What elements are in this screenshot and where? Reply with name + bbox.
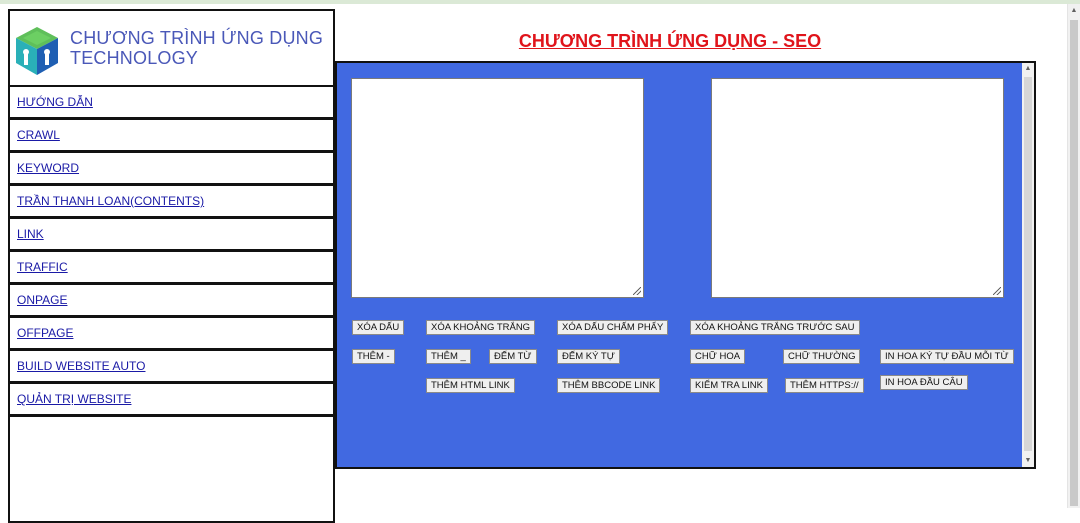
- resize-grip-icon[interactable]: [633, 287, 641, 295]
- menu-item-contents: TRẦN THANH LOAN(CONTENTS): [10, 186, 333, 219]
- add-hyphen-button[interactable]: THÊM -: [352, 349, 395, 364]
- input-textarea[interactable]: [351, 78, 644, 298]
- menu-item-huong-dan: HƯỚNG DẪN: [10, 87, 333, 120]
- sidebar: CHƯƠNG TRÌNH ỨNG DỤNG TECHNOLOGY HƯỚNG D…: [8, 9, 335, 523]
- check-link-button[interactable]: KIỂM TRA LINK: [690, 378, 768, 393]
- scroll-thumb[interactable]: [1024, 77, 1032, 451]
- scroll-up-icon[interactable]: ▲: [1022, 64, 1034, 74]
- menu-link-huong-dan[interactable]: HƯỚNG DẪN: [17, 95, 93, 109]
- menu-item-crawl: CRAWL: [10, 120, 333, 153]
- add-bbcode-link-button[interactable]: THÊM BBCODE LINK: [557, 378, 661, 393]
- menu-link-traffic[interactable]: TRAFFIC: [17, 260, 68, 274]
- lowercase-button[interactable]: CHỮ THƯỜNG: [783, 349, 861, 364]
- page-scrollbar[interactable]: ▲: [1067, 4, 1080, 508]
- remove-accents-button[interactable]: XÓA DẤU: [352, 320, 405, 335]
- add-https-button[interactable]: THÊM HTTPS://: [785, 378, 864, 393]
- logo-line-1: CHƯƠNG TRÌNH ỨNG DỤNG: [70, 28, 324, 48]
- logo-title: CHƯƠNG TRÌNH ỨNG DỤNG TECHNOLOGY: [70, 28, 323, 68]
- tool-panel: XÓA DẤU XÓA KHOẢNG TRẮNG XÓA DẤU CHẤM PH…: [335, 61, 1036, 469]
- scroll-down-icon[interactable]: ▼: [1022, 456, 1034, 466]
- remove-punctuation-button[interactable]: XÓA DẤU CHẤM PHẨY: [557, 320, 669, 335]
- add-html-link-button[interactable]: THÊM HTML LINK: [426, 378, 515, 393]
- menu-item-build-website: BUILD WEBSITE AUTO: [10, 351, 333, 384]
- menu-item-quan-tri: QUẢN TRỊ WEBSITE: [10, 384, 333, 417]
- menu-item-onpage: ONPAGE: [10, 285, 333, 318]
- menu-link-contents[interactable]: TRẦN THANH LOAN(CONTENTS): [17, 194, 204, 208]
- logo-header: CHƯƠNG TRÌNH ỨNG DỤNG TECHNOLOGY: [10, 11, 333, 87]
- add-underscore-button[interactable]: THÊM _: [426, 349, 471, 364]
- menu-link-offpage[interactable]: OFFPAGE: [17, 326, 73, 340]
- capitalize-sentence-button[interactable]: IN HOA ĐẦU CÂU: [880, 375, 968, 390]
- menu-link-keyword[interactable]: KEYWORD: [17, 161, 79, 175]
- count-characters-button[interactable]: ĐẾM KÝ TỰ: [557, 349, 620, 364]
- menu-item-offpage: OFFPAGE: [10, 318, 333, 351]
- menu-link-link[interactable]: LINK: [17, 227, 44, 241]
- trim-spaces-button[interactable]: XÓA KHOẢNG TRẮNG TRƯỚC SAU: [690, 320, 860, 335]
- menu-link-crawl[interactable]: CRAWL: [17, 128, 60, 142]
- menu-link-quan-tri[interactable]: QUẢN TRỊ WEBSITE: [17, 392, 131, 406]
- scroll-up-icon[interactable]: ▲: [1068, 6, 1080, 16]
- menu-item-link: LINK: [10, 219, 333, 252]
- scroll-thumb[interactable]: [1070, 20, 1078, 506]
- count-words-button[interactable]: ĐẾM TỪ: [489, 349, 537, 364]
- output-textarea[interactable]: [711, 78, 1004, 298]
- menu-item-traffic: TRAFFIC: [10, 252, 333, 285]
- browser-top-strip: [0, 0, 1080, 4]
- remove-spaces-button[interactable]: XÓA KHOẢNG TRẮNG: [426, 320, 536, 335]
- menu-item-keyword: KEYWORD: [10, 153, 333, 186]
- page-title: CHƯƠNG TRÌNH ỨNG DỤNG - SEO: [518, 31, 822, 51]
- capitalize-words-button[interactable]: IN HOA KÝ TỰ ĐẦU MỖI TỪ: [880, 349, 1014, 364]
- cube-icon: [16, 27, 58, 75]
- menu-link-build-website[interactable]: BUILD WEBSITE AUTO: [17, 359, 145, 373]
- resize-grip-icon[interactable]: [993, 287, 1001, 295]
- panel-scrollbar[interactable]: ▲ ▼: [1022, 63, 1034, 467]
- logo-line-2: TECHNOLOGY: [70, 48, 199, 68]
- uppercase-button[interactable]: CHỮ HOA: [690, 349, 746, 364]
- menu-link-onpage[interactable]: ONPAGE: [17, 293, 67, 307]
